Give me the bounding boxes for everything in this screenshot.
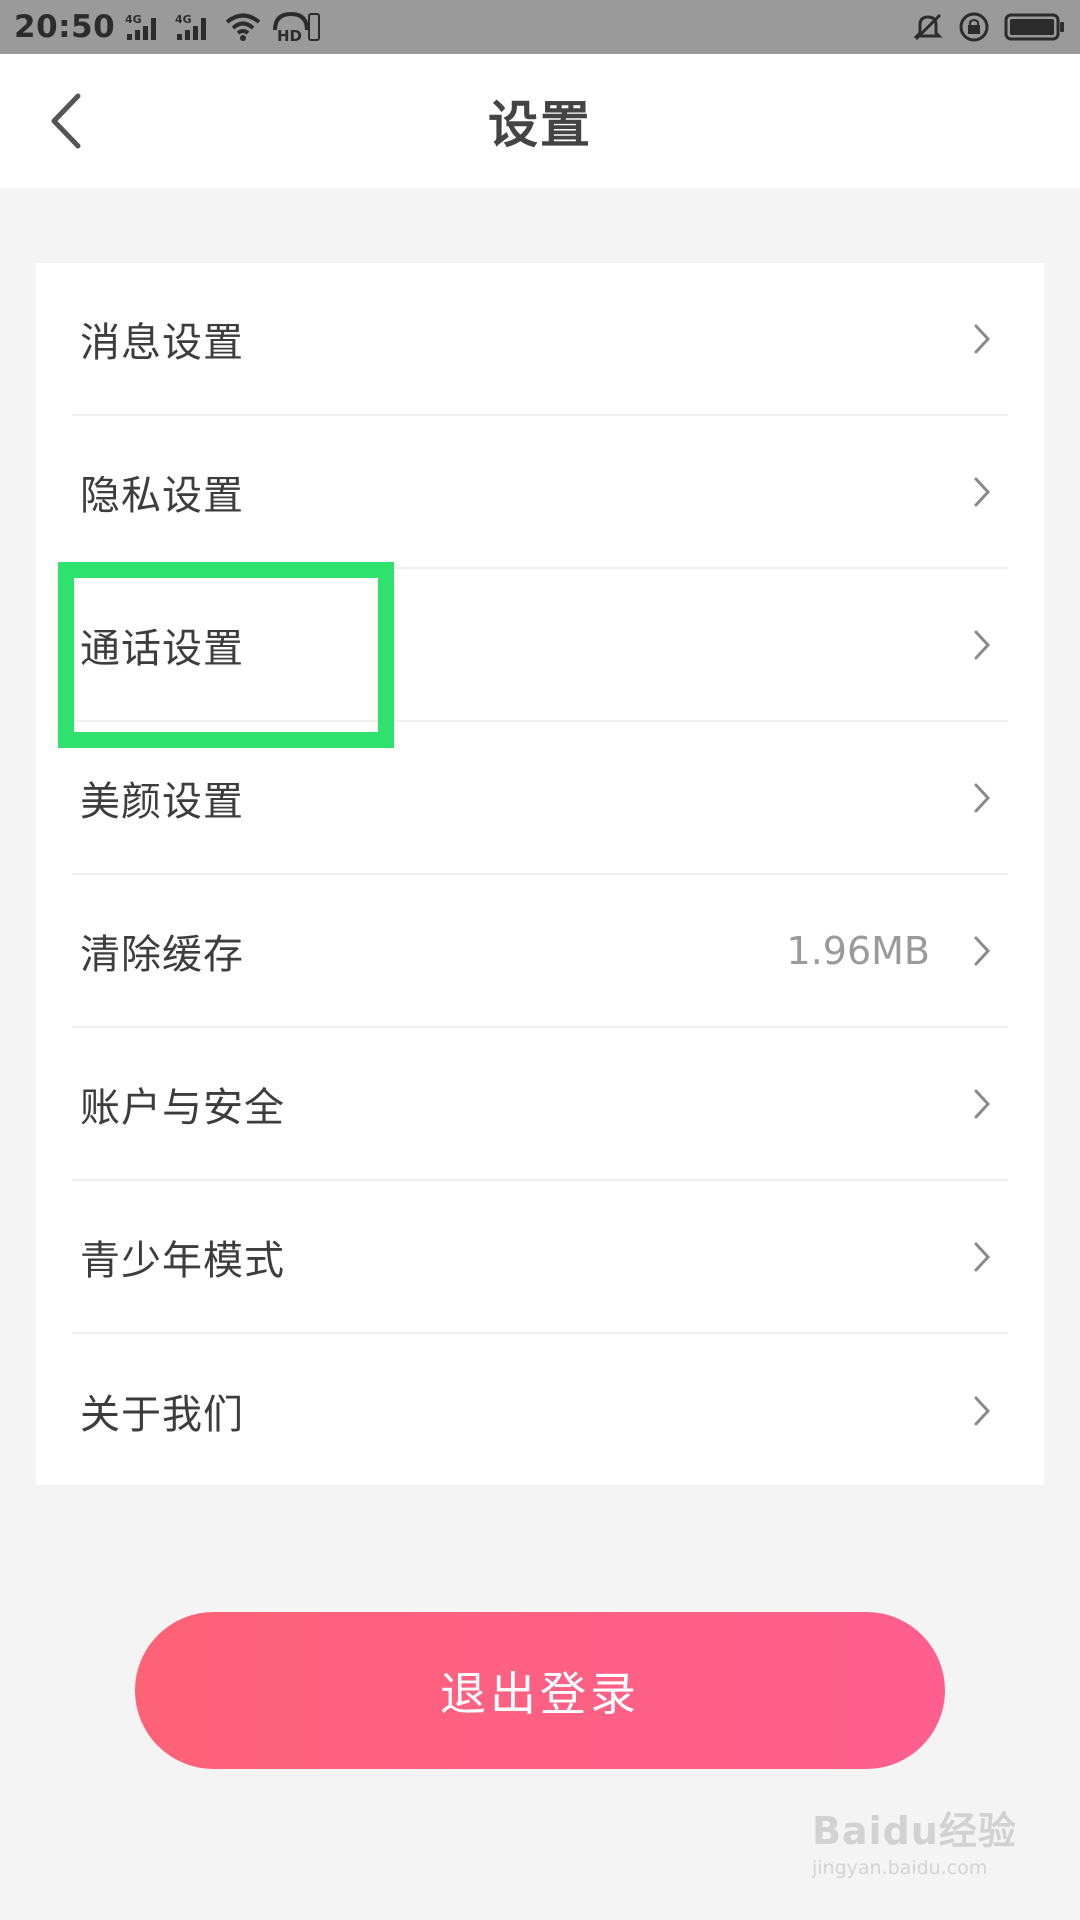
settings-item-call[interactable]: 通话设置 [72, 569, 1008, 722]
settings-item-label: 美颜设置 [80, 778, 244, 825]
settings-item-label: 通话设置 [80, 625, 244, 672]
svg-text:4G: 4G [175, 13, 192, 26]
settings-item-clear-cache[interactable]: 清除缓存 1.96MB [72, 875, 1008, 1028]
settings-item-account-security[interactable]: 账户与安全 [72, 1028, 1008, 1181]
chevron-right-icon [970, 321, 994, 357]
watermark-sub: jingyan.baidu.com [812, 1857, 988, 1879]
chevron-right-icon [970, 780, 994, 816]
status-right [912, 0, 1066, 54]
logout-button[interactable]: 退出登录 [135, 1612, 945, 1769]
settings-item-label: 账户与安全 [80, 1084, 285, 1131]
page-title: 设置 [488, 96, 592, 154]
chevron-right-icon [970, 1393, 994, 1429]
chevron-right-icon [970, 1086, 994, 1122]
settings-item-label: 清除缓存 [80, 931, 244, 978]
baidu-jingyan-watermark: Baidu经验 jingyan.baidu.com [812, 1800, 1022, 1900]
chevron-right-icon [970, 627, 994, 663]
chevron-right-icon [970, 933, 994, 969]
settings-item-label: 消息设置 [80, 319, 244, 366]
cache-size-value: 1.96MB [786, 928, 930, 973]
settings-item-label: 关于我们 [80, 1391, 244, 1438]
settings-item-message[interactable]: 消息设置 [72, 263, 1008, 416]
status-bar: 20:50 4G 4G HD [0, 0, 1080, 54]
wifi-icon [225, 13, 261, 41]
status-time: 20:50 [14, 9, 116, 45]
bell-muted-icon [912, 11, 944, 43]
rotation-lock-icon [958, 11, 990, 43]
svg-text:4G: 4G [125, 13, 142, 26]
settings-item-about-us[interactable]: 关于我们 [72, 1334, 1008, 1487]
chevron-right-icon [970, 474, 994, 510]
settings-list: 消息设置 隐私设置 通话设置 美颜设置 清除缓存 1.96MB 账户与安全 青少… [36, 263, 1044, 1485]
settings-item-label: 隐私设置 [80, 472, 244, 519]
watermark-main: Baidu经验 [812, 1809, 1017, 1853]
battery-icon [1004, 12, 1066, 42]
settings-item-label: 青少年模式 [80, 1237, 285, 1284]
settings-item-beauty[interactable]: 美颜设置 [72, 722, 1008, 875]
chevron-right-icon [970, 1239, 994, 1275]
header: 设置 [0, 54, 1080, 188]
settings-item-teen-mode[interactable]: 青少年模式 [72, 1181, 1008, 1334]
svg-text:HD: HD [277, 27, 302, 44]
hd-voice-icon: HD [271, 10, 321, 44]
settings-item-privacy[interactable]: 隐私设置 [72, 416, 1008, 569]
status-left: 20:50 4G 4G HD [14, 0, 321, 54]
signal-icon: 4G [175, 12, 215, 42]
signal-icon: 4G [125, 12, 165, 42]
